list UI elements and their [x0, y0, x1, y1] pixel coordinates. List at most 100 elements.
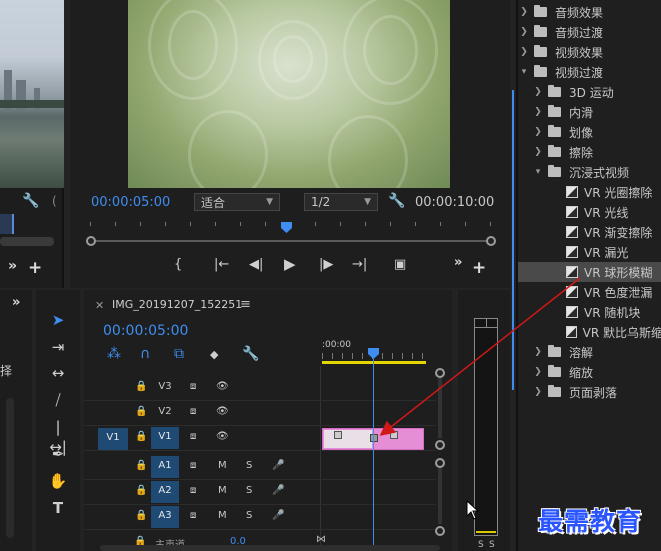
export-frame-icon[interactable]: ▣	[394, 257, 406, 272]
timeline-horizontal-scrollbar[interactable]	[100, 545, 440, 551]
eye-icon[interactable]: 👁	[216, 406, 229, 417]
solo-button[interactable]: S	[246, 485, 252, 496]
lock-icon[interactable]: 🔒	[135, 510, 147, 521]
track-select-icon[interactable]: ⇥	[48, 337, 68, 357]
track-label[interactable]: V2	[158, 406, 172, 417]
sync-lock-icon[interactable]: ⧈	[190, 381, 196, 392]
effect-item[interactable]: VR 光线	[518, 202, 661, 222]
type-icon[interactable]: T	[48, 498, 68, 518]
close-icon[interactable]: ✕	[95, 299, 104, 312]
hamburger-menu-icon[interactable]: ≡	[240, 297, 251, 312]
lock-icon[interactable]: 🔒	[135, 485, 147, 496]
lock-icon[interactable]: 🔒	[135, 431, 147, 442]
program-zoom-scrollbar[interactable]	[90, 240, 492, 242]
scrollbar-left-handle[interactable]	[86, 236, 96, 246]
effects-folder-3d-motion[interactable]: ❯ 3D 运动	[518, 82, 661, 102]
effects-folder-dissolve[interactable]: ❯ 溶解	[518, 342, 661, 362]
effect-item[interactable]: VR 随机块	[518, 302, 661, 322]
scrollbar-right-handle[interactable]	[486, 236, 496, 246]
program-overflow-icon[interactable]: »	[454, 255, 462, 270]
work-area-bar[interactable]	[322, 361, 426, 364]
transition-region[interactable]	[324, 430, 372, 448]
track-label[interactable]: A3	[151, 506, 179, 528]
eye-icon[interactable]: 👁	[216, 431, 229, 442]
microphone-icon[interactable]: 🎤	[272, 485, 284, 496]
razor-icon[interactable]: ⧸	[48, 390, 68, 410]
track-label[interactable]: A1	[151, 456, 179, 478]
source-overflow-icon[interactable]: »	[8, 258, 17, 274]
audio-scroll-handle-top[interactable]	[435, 458, 445, 468]
effects-folder-slide[interactable]: ❯ 内滑	[518, 102, 661, 122]
zoom-level-select[interactable]: 适合 ▼	[194, 193, 280, 211]
mute-button[interactable]: M	[218, 460, 227, 471]
solo-left-button[interactable]: S	[478, 540, 484, 550]
sync-lock-icon[interactable]: ⧈	[190, 510, 196, 521]
play-icon[interactable]: ▶	[284, 255, 296, 273]
sync-lock-icon[interactable]: ⧈	[190, 406, 196, 417]
program-time-ruler[interactable]	[90, 222, 496, 234]
nest-toggle-icon[interactable]: ⁂	[107, 346, 121, 362]
linked-selection-icon[interactable]: ⧉	[174, 346, 184, 362]
sync-lock-icon[interactable]: ⧈	[190, 460, 196, 471]
add-marker-icon[interactable]: ◆	[210, 348, 218, 361]
video-scroll-handle-bottom[interactable]	[435, 440, 445, 450]
effect-item[interactable]: VR 漏光	[518, 242, 661, 262]
mute-button[interactable]: M	[218, 485, 227, 496]
effects-folder-immersive-video[interactable]: ▾ 沉浸式视频	[518, 162, 661, 182]
track-label[interactable]: V3	[158, 381, 172, 392]
effect-item[interactable]: VR 色度泄漏	[518, 282, 661, 302]
source-scrollbar[interactable]	[0, 237, 54, 246]
video-scroll-handle-top[interactable]	[435, 368, 445, 378]
program-settings-wrench-icon[interactable]: 🔧	[388, 193, 405, 209]
solo-button[interactable]: S	[246, 510, 252, 521]
source-settings-wrench-icon[interactable]: 🔧	[22, 193, 39, 209]
effect-item[interactable]: VR 默比乌斯缩	[518, 322, 661, 342]
effects-folder-video-effects[interactable]: ❯ 视频效果	[518, 42, 661, 62]
mute-button[interactable]: M	[218, 510, 227, 521]
audio-scrollbar[interactable]	[438, 468, 442, 524]
solo-button[interactable]: S	[246, 460, 252, 471]
program-add-button-icon[interactable]: +	[472, 258, 486, 278]
effects-folder-zoom[interactable]: ❯ 缩放	[518, 362, 661, 382]
panel-overflow-icon[interactable]: »	[12, 295, 20, 310]
eye-icon[interactable]: 👁	[216, 381, 229, 392]
transition-drop-target[interactable]	[370, 434, 378, 442]
source-add-button-icon[interactable]: +	[28, 258, 42, 278]
step-back-icon[interactable]: ◀|	[249, 257, 263, 272]
effect-item[interactable]: VR 渐变擦除	[518, 222, 661, 242]
track-label[interactable]: A2	[151, 481, 179, 503]
lock-icon[interactable]: 🔒	[135, 406, 147, 417]
video-scrollbar[interactable]	[438, 378, 442, 438]
sync-lock-icon[interactable]: ⧈	[190, 485, 196, 496]
microphone-icon[interactable]: 🎤	[272, 510, 284, 521]
audio-scroll-handle-bottom[interactable]	[435, 526, 445, 536]
selection-tool-icon[interactable]: ➤	[48, 310, 68, 330]
step-forward-icon[interactable]: |▶	[319, 257, 333, 272]
microphone-icon[interactable]: 🎤	[272, 460, 284, 471]
effects-folder-page-peel[interactable]: ❯ 页面剥落	[518, 382, 661, 402]
effects-folder-wipe[interactable]: ❯ 擦除	[518, 142, 661, 162]
effects-folder-audio-transitions[interactable]: ❯ 音频过渡	[518, 22, 661, 42]
go-to-in-icon[interactable]: |←	[214, 257, 229, 272]
sync-lock-icon[interactable]: ⧈	[190, 431, 196, 442]
timeline-timecode[interactable]: 00:00:05:00	[103, 323, 188, 339]
source-patch-v1[interactable]: V1	[98, 428, 128, 450]
effects-folder-iris[interactable]: ❯ 划像	[518, 122, 661, 142]
lock-icon[interactable]: 🔒	[135, 460, 147, 471]
effect-item[interactable]: VR 光圈擦除	[518, 182, 661, 202]
ripple-edit-icon[interactable]: ↔	[48, 363, 68, 383]
mark-in-icon[interactable]: {	[174, 257, 182, 272]
pen-icon[interactable]: ✒	[48, 444, 68, 464]
hand-icon[interactable]: ✋	[48, 471, 68, 491]
snap-magnet-icon[interactable]: ∩	[140, 346, 150, 362]
sequence-tab[interactable]: IMG_20191207_152251	[112, 298, 242, 311]
go-to-end-icon[interactable]: ⋈	[316, 534, 326, 545]
effects-folder-audio-effects[interactable]: ❯ 音频效果	[518, 2, 661, 22]
source-more-icon[interactable]: (	[52, 194, 57, 208]
playback-resolution-select[interactable]: 1/2 ▼	[304, 193, 378, 211]
slip-icon[interactable]: |↔|	[48, 417, 68, 456]
timeline-settings-wrench-icon[interactable]: 🔧	[242, 346, 259, 362]
lock-icon[interactable]: 🔒	[135, 381, 147, 392]
project-scrollbar[interactable]	[6, 398, 14, 538]
program-current-timecode[interactable]: 00:00:05:00	[91, 195, 170, 210]
